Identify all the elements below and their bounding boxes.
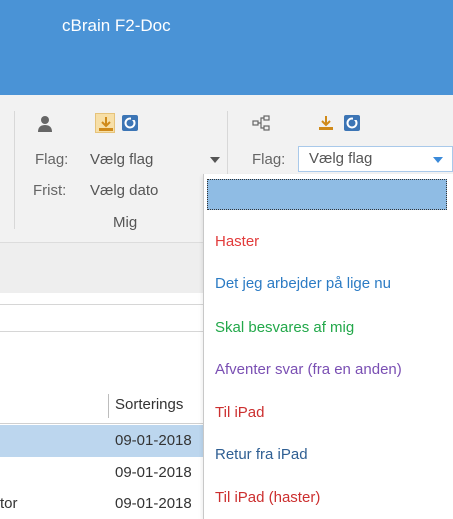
option-answer-by-me[interactable]: Skal besvares af mig (215, 319, 354, 336)
download-icon[interactable] (95, 113, 115, 133)
flag-label: Flag: (252, 151, 286, 168)
refresh-icon[interactable] (342, 113, 362, 133)
download-icon[interactable] (316, 113, 336, 133)
group-caption: Mig (113, 214, 138, 231)
flag-combobox[interactable]: Vælg flag (298, 146, 453, 172)
deadline-label: Frist: (33, 182, 67, 199)
row-name: tor (0, 495, 18, 512)
option-return-from-ipad[interactable]: Retur fra iPad (215, 446, 308, 463)
flag-dropdown-list: Haster Det jeg arbejder på lige nu Skal … (203, 174, 453, 519)
option-to-ipad[interactable]: Til iPad (215, 404, 264, 421)
person-icon[interactable] (35, 114, 55, 134)
flag-combobox-value: Vælg flag (309, 150, 373, 167)
share-nodes-icon[interactable] (251, 113, 271, 133)
chevron-down-icon[interactable] (210, 157, 220, 163)
divider (0, 331, 212, 332)
title-bar: cBrain F2-Doc (0, 0, 453, 95)
ribbon-separator (14, 111, 15, 229)
refresh-icon[interactable] (120, 113, 140, 133)
flag-label: Flag: (35, 151, 69, 168)
option-to-ipad-urgent[interactable]: Til iPad (haster) (215, 489, 320, 506)
option-haster[interactable]: Haster (215, 233, 259, 250)
flag-filter-input[interactable] (207, 179, 447, 210)
column-header-sort[interactable]: Sorterings (115, 396, 183, 413)
row-date: 09-01-2018 (115, 495, 192, 512)
row-date: 09-01-2018 (115, 464, 192, 481)
row-date: 09-01-2018 (115, 432, 192, 449)
divider (0, 304, 212, 305)
column-separator[interactable] (108, 394, 109, 418)
chevron-down-icon[interactable] (433, 157, 443, 163)
option-awaiting-reply[interactable]: Afventer svar (fra en anden) (215, 361, 402, 378)
flag-select[interactable]: Vælg flag (90, 151, 153, 168)
app-title: cBrain F2-Doc (62, 16, 171, 35)
deadline-select[interactable]: Vælg dato (90, 182, 158, 199)
option-working-now[interactable]: Det jeg arbejder på lige nu (215, 275, 391, 292)
